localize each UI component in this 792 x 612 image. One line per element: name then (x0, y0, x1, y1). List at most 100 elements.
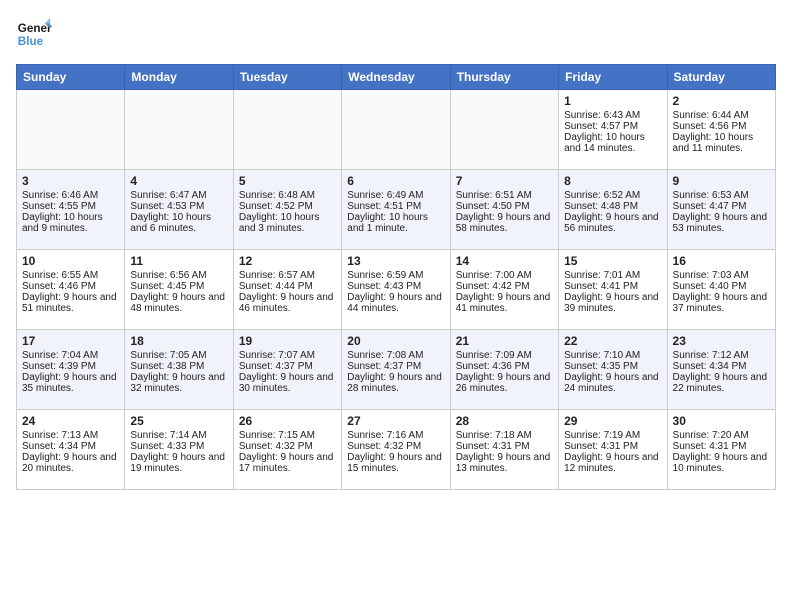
calendar-cell: 21Sunrise: 7:09 AMSunset: 4:36 PMDayligh… (450, 330, 558, 410)
calendar-cell: 2Sunrise: 6:44 AMSunset: 4:56 PMDaylight… (667, 90, 775, 170)
day-number: 28 (456, 414, 553, 428)
sunset-text: Sunset: 4:34 PM (673, 361, 770, 372)
day-number: 11 (130, 254, 227, 268)
calendar-cell: 28Sunrise: 7:18 AMSunset: 4:31 PMDayligh… (450, 410, 558, 490)
calendar-cell: 25Sunrise: 7:14 AMSunset: 4:33 PMDayligh… (125, 410, 233, 490)
logo: General Blue (16, 16, 52, 52)
daylight-text: Daylight: 10 hours and 11 minutes. (673, 132, 770, 154)
sunrise-text: Sunrise: 7:07 AM (239, 350, 336, 361)
daylight-text: Daylight: 9 hours and 17 minutes. (239, 452, 336, 474)
weekday-header-tuesday: Tuesday (233, 65, 341, 90)
sunset-text: Sunset: 4:55 PM (22, 201, 119, 212)
sunrise-text: Sunrise: 6:47 AM (130, 190, 227, 201)
sunrise-text: Sunrise: 6:44 AM (673, 110, 770, 121)
calendar-week-row: 3Sunrise: 6:46 AMSunset: 4:55 PMDaylight… (17, 170, 776, 250)
daylight-text: Daylight: 10 hours and 9 minutes. (22, 212, 119, 234)
weekday-header-saturday: Saturday (667, 65, 775, 90)
sunrise-text: Sunrise: 6:43 AM (564, 110, 661, 121)
calendar-body: 1Sunrise: 6:43 AMSunset: 4:57 PMDaylight… (17, 90, 776, 490)
daylight-text: Daylight: 9 hours and 51 minutes. (22, 292, 119, 314)
calendar-cell: 4Sunrise: 6:47 AMSunset: 4:53 PMDaylight… (125, 170, 233, 250)
svg-text:Blue: Blue (18, 35, 44, 48)
sunset-text: Sunset: 4:31 PM (673, 441, 770, 452)
calendar-cell: 6Sunrise: 6:49 AMSunset: 4:51 PMDaylight… (342, 170, 450, 250)
weekday-header-monday: Monday (125, 65, 233, 90)
logo-icon: General Blue (16, 16, 52, 52)
calendar-cell: 12Sunrise: 6:57 AMSunset: 4:44 PMDayligh… (233, 250, 341, 330)
daylight-text: Daylight: 9 hours and 10 minutes. (673, 452, 770, 474)
daylight-text: Daylight: 9 hours and 13 minutes. (456, 452, 553, 474)
daylight-text: Daylight: 10 hours and 6 minutes. (130, 212, 227, 234)
calendar-cell: 7Sunrise: 6:51 AMSunset: 4:50 PMDaylight… (450, 170, 558, 250)
day-number: 17 (22, 334, 119, 348)
day-number: 13 (347, 254, 444, 268)
day-number: 15 (564, 254, 661, 268)
day-number: 22 (564, 334, 661, 348)
sunset-text: Sunset: 4:31 PM (456, 441, 553, 452)
calendar-cell: 16Sunrise: 7:03 AMSunset: 4:40 PMDayligh… (667, 250, 775, 330)
daylight-text: Daylight: 9 hours and 26 minutes. (456, 372, 553, 394)
sunrise-text: Sunrise: 7:03 AM (673, 270, 770, 281)
day-number: 26 (239, 414, 336, 428)
calendar-cell (342, 90, 450, 170)
calendar-cell: 20Sunrise: 7:08 AMSunset: 4:37 PMDayligh… (342, 330, 450, 410)
page-header: General Blue (16, 16, 776, 52)
daylight-text: Daylight: 10 hours and 14 minutes. (564, 132, 661, 154)
sunset-text: Sunset: 4:32 PM (347, 441, 444, 452)
sunset-text: Sunset: 4:37 PM (239, 361, 336, 372)
day-number: 27 (347, 414, 444, 428)
sunrise-text: Sunrise: 7:00 AM (456, 270, 553, 281)
calendar-cell (450, 90, 558, 170)
calendar-cell (125, 90, 233, 170)
calendar-header: SundayMondayTuesdayWednesdayThursdayFrid… (17, 65, 776, 90)
day-number: 19 (239, 334, 336, 348)
day-number: 5 (239, 174, 336, 188)
daylight-text: Daylight: 9 hours and 56 minutes. (564, 212, 661, 234)
sunrise-text: Sunrise: 7:13 AM (22, 430, 119, 441)
sunrise-text: Sunrise: 6:56 AM (130, 270, 227, 281)
sunset-text: Sunset: 4:48 PM (564, 201, 661, 212)
daylight-text: Daylight: 9 hours and 46 minutes. (239, 292, 336, 314)
calendar-cell: 14Sunrise: 7:00 AMSunset: 4:42 PMDayligh… (450, 250, 558, 330)
calendar-week-row: 17Sunrise: 7:04 AMSunset: 4:39 PMDayligh… (17, 330, 776, 410)
day-number: 21 (456, 334, 553, 348)
daylight-text: Daylight: 9 hours and 44 minutes. (347, 292, 444, 314)
sunrise-text: Sunrise: 6:57 AM (239, 270, 336, 281)
calendar-cell: 22Sunrise: 7:10 AMSunset: 4:35 PMDayligh… (559, 330, 667, 410)
calendar-cell: 24Sunrise: 7:13 AMSunset: 4:34 PMDayligh… (17, 410, 125, 490)
sunrise-text: Sunrise: 6:52 AM (564, 190, 661, 201)
calendar-cell: 29Sunrise: 7:19 AMSunset: 4:31 PMDayligh… (559, 410, 667, 490)
calendar-cell: 23Sunrise: 7:12 AMSunset: 4:34 PMDayligh… (667, 330, 775, 410)
calendar-cell: 27 Sunrise: 7:16 AMSunset: 4:32 PMDayligh… (342, 410, 450, 490)
weekday-header-thursday: Thursday (450, 65, 558, 90)
calendar-cell: 11Sunrise: 6:56 AMSunset: 4:45 PMDayligh… (125, 250, 233, 330)
sunset-text: Sunset: 4:32 PM (239, 441, 336, 452)
calendar-cell: 30Sunrise: 7:20 AMSunset: 4:31 PMDayligh… (667, 410, 775, 490)
calendar-cell: 15Sunrise: 7:01 AMSunset: 4:41 PMDayligh… (559, 250, 667, 330)
daylight-text: Daylight: 9 hours and 35 minutes. (22, 372, 119, 394)
sunrise-text: Sunrise: 6:55 AM (22, 270, 119, 281)
daylight-text: Daylight: 9 hours and 22 minutes. (673, 372, 770, 394)
sunrise-text: Sunrise: 7:16 AM (347, 430, 444, 441)
sunset-text: Sunset: 4:38 PM (130, 361, 227, 372)
day-number: 24 (22, 414, 119, 428)
weekday-header-sunday: Sunday (17, 65, 125, 90)
daylight-text: Daylight: 9 hours and 15 minutes. (347, 452, 444, 474)
sunset-text: Sunset: 4:41 PM (564, 281, 661, 292)
calendar-cell (17, 90, 125, 170)
calendar-cell: 19Sunrise: 7:07 AMSunset: 4:37 PMDayligh… (233, 330, 341, 410)
daylight-text: Daylight: 10 hours and 3 minutes. (239, 212, 336, 234)
daylight-text: Daylight: 10 hours and 1 minute. (347, 212, 444, 234)
sunset-text: Sunset: 4:43 PM (347, 281, 444, 292)
day-number: 12 (239, 254, 336, 268)
sunrise-text: Sunrise: 7:19 AM (564, 430, 661, 441)
sunrise-text: Sunrise: 7:05 AM (130, 350, 227, 361)
daylight-text: Daylight: 9 hours and 19 minutes. (130, 452, 227, 474)
daylight-text: Daylight: 9 hours and 58 minutes. (456, 212, 553, 234)
day-number: 6 (347, 174, 444, 188)
sunrise-text: Sunrise: 7:15 AM (239, 430, 336, 441)
day-number: 29 (564, 414, 661, 428)
day-number: 16 (673, 254, 770, 268)
daylight-text: Daylight: 9 hours and 39 minutes. (564, 292, 661, 314)
sunrise-text: Sunrise: 7:14 AM (130, 430, 227, 441)
